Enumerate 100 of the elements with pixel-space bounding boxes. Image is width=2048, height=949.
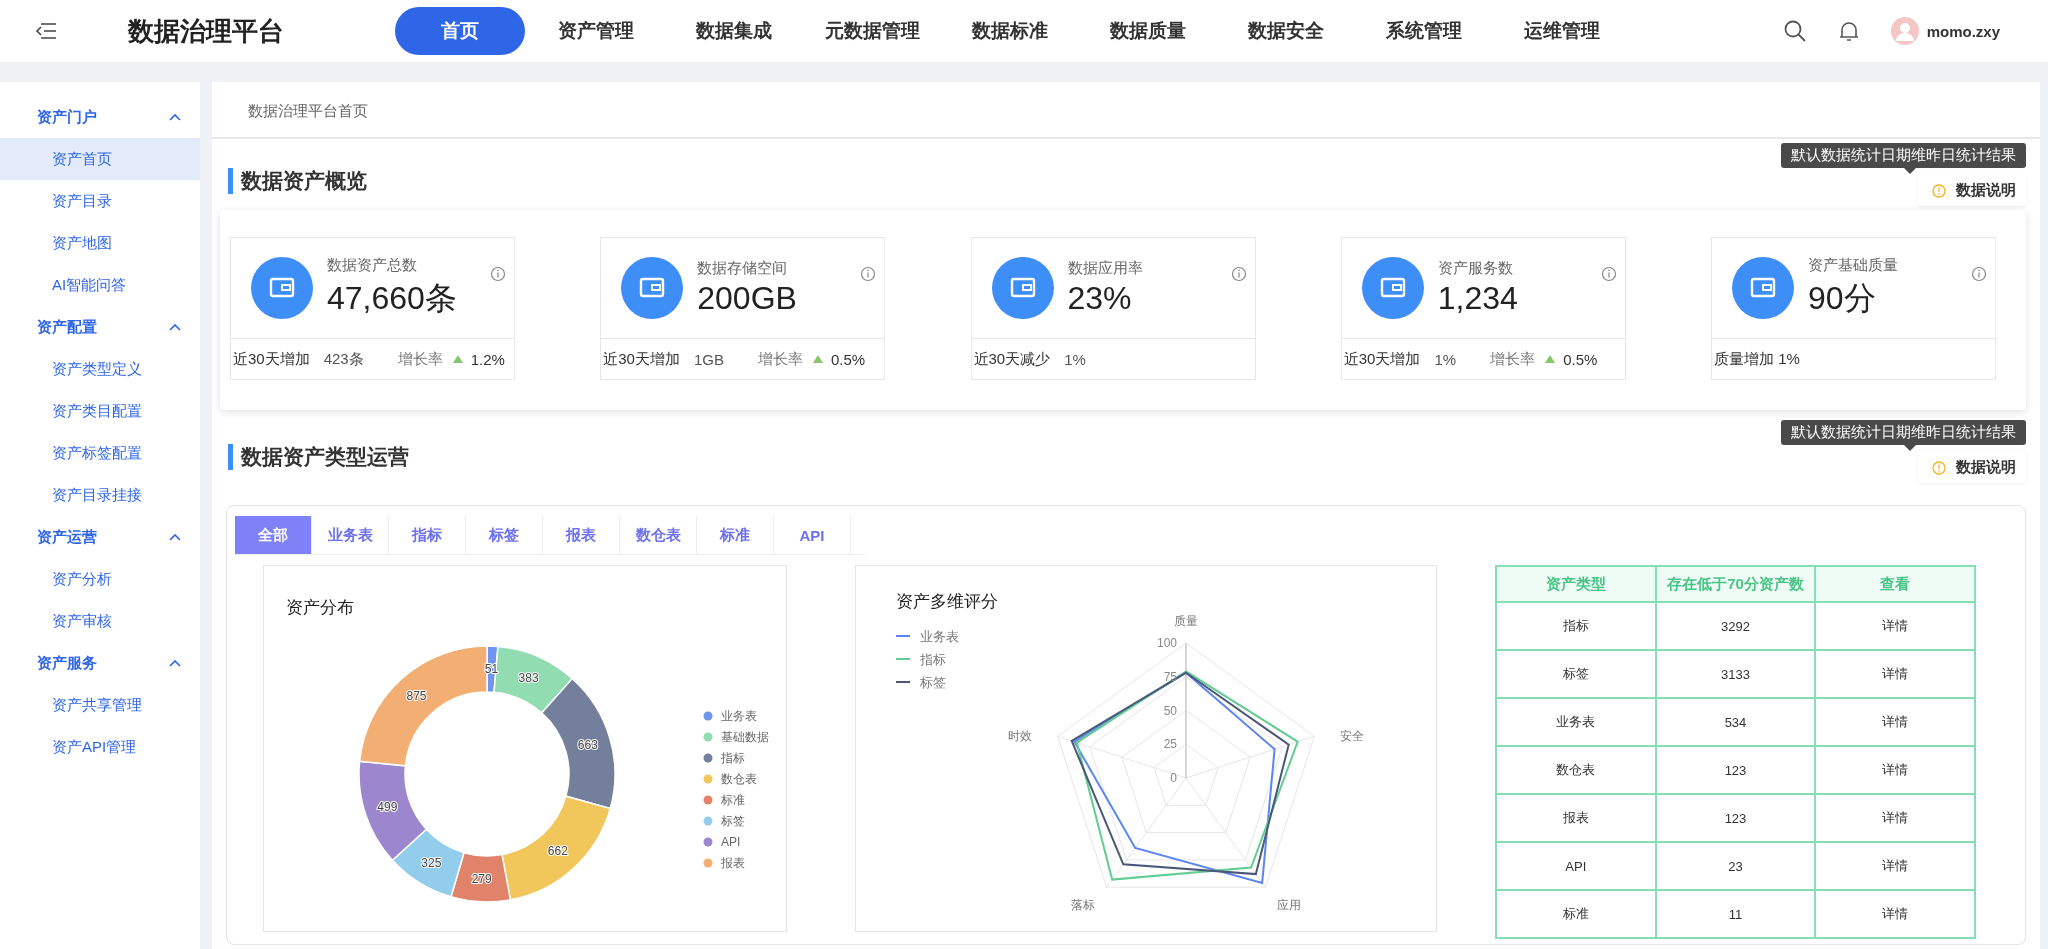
nav-tab[interactable]: 元数据管理 xyxy=(805,7,939,55)
stat-footer-label: 近30天增加 xyxy=(233,349,310,369)
table-cell: 123 xyxy=(1655,746,1816,794)
sidebar-item[interactable]: 资产地图 xyxy=(0,222,200,264)
username[interactable]: momo.zxy xyxy=(1926,22,2000,40)
slice-label: 663 xyxy=(577,737,598,752)
chart-title: 资产多维评分 xyxy=(896,591,998,613)
stat-footer-label: 近30天减少 xyxy=(973,349,1051,369)
up-triangle-icon xyxy=(812,355,823,363)
stat-value: 90分 xyxy=(1808,278,1877,318)
table-cell: 数仓表 xyxy=(1496,746,1656,794)
filter-tab[interactable]: 全部 xyxy=(235,516,312,554)
legend-item[interactable]: 报表 xyxy=(703,856,745,870)
warning-icon xyxy=(1932,460,1946,475)
stat-title: 数据存储空间 xyxy=(697,259,789,278)
detail-link[interactable]: 详情 xyxy=(1815,650,1975,698)
slice-label: 325 xyxy=(421,856,442,871)
stat-title: 数据资产总数 xyxy=(327,255,418,275)
column-header: 查看 xyxy=(1815,566,1975,602)
legend-label: 数仓表 xyxy=(721,772,757,786)
sidebar-item[interactable]: 资产目录 xyxy=(0,180,200,222)
nav-tab[interactable]: 首页 xyxy=(395,7,525,55)
sidebar-item[interactable]: AI智能问答 xyxy=(0,264,200,306)
detail-link[interactable]: 详情 xyxy=(1815,698,1975,746)
up-triangle-icon xyxy=(452,355,463,363)
stat-title: 数据应用率 xyxy=(1067,259,1144,278)
tick-label: 25 xyxy=(1163,737,1177,752)
stat-value: 200GB xyxy=(697,280,798,317)
breadcrumb[interactable]: 数据治理平台首页 xyxy=(212,82,2040,139)
table-cell: 标准 xyxy=(1496,890,1656,938)
sidebar-group[interactable]: 资产服务 xyxy=(0,642,200,684)
sidebar-item[interactable]: 资产类目配置 xyxy=(0,390,200,432)
sidebar-item[interactable]: 资产目录挂接 xyxy=(0,474,200,516)
stat-footer-label: 质量增加 1% xyxy=(1714,349,1800,369)
nav-tab[interactable]: 数据集成 xyxy=(667,7,801,55)
sidebar-group[interactable]: 资产配置 xyxy=(0,306,200,348)
tick-label: 100 xyxy=(1156,636,1177,650)
tick-label: 50 xyxy=(1163,703,1177,718)
info-icon[interactable] xyxy=(1971,266,1987,282)
sidebar-item[interactable]: 资产分析 xyxy=(0,558,200,600)
legend-item[interactable]: 标签 xyxy=(895,675,946,690)
stat-value: 1,234 xyxy=(1437,280,1519,317)
sidebar-group[interactable]: 资产门户 xyxy=(0,96,200,138)
chevron-icon xyxy=(168,322,182,332)
detail-link[interactable]: 详情 xyxy=(1815,746,1975,794)
table-cell: 指标 xyxy=(1496,602,1656,650)
detail-link[interactable]: 详情 xyxy=(1815,794,1975,842)
info-icon[interactable] xyxy=(1600,266,1617,282)
legend-item[interactable]: 业务表 xyxy=(895,629,959,644)
info-icon[interactable] xyxy=(1230,266,1247,282)
sidebar-item[interactable]: 资产类型定义 xyxy=(0,348,200,390)
nav-tab[interactable]: 数据标准 xyxy=(943,7,1077,55)
section-title: 数据资产类型运营 xyxy=(228,444,409,470)
legend-item[interactable]: API xyxy=(703,835,741,849)
legend-label: 标签 xyxy=(720,814,745,828)
legend-item[interactable]: 数仓表 xyxy=(703,772,757,786)
axis-label: 时效 xyxy=(1008,729,1033,744)
detail-link[interactable]: 详情 xyxy=(1815,890,1975,938)
nav-tab[interactable]: 数据安全 xyxy=(1219,7,1353,55)
legend-item[interactable]: 基础数据 xyxy=(703,730,769,744)
legend-item[interactable]: 指标 xyxy=(895,652,946,667)
tooltip: 默认数据统计日期维昨日统计结果 xyxy=(1781,143,2026,168)
sidebar-group[interactable]: 资产运营 xyxy=(0,516,200,558)
data-description-link[interactable]: 数据说明 xyxy=(1918,174,2026,206)
search-icon[interactable] xyxy=(1782,19,1807,43)
sidebar-item[interactable]: 资产共享管理 xyxy=(0,684,200,726)
stat-value: 47,660条 xyxy=(327,278,458,318)
nav-tab[interactable]: 系统管理 xyxy=(1357,7,1491,55)
legend-item[interactable]: 指标 xyxy=(703,751,745,765)
slice-label: 875 xyxy=(406,689,427,704)
app-title: 数据治理平台 xyxy=(128,14,285,48)
sidebar-item[interactable]: 资产API管理 xyxy=(0,726,200,768)
sidebar-item[interactable]: 资产标签配置 xyxy=(0,432,200,474)
section-title: 数据资产概览 xyxy=(228,168,367,194)
menu-icon[interactable] xyxy=(35,22,57,40)
table-cell: 3292 xyxy=(1655,602,1816,650)
stat-footer-value: 1% xyxy=(1434,350,1457,368)
info-icon[interactable] xyxy=(490,266,506,282)
stat-value: 23% xyxy=(1067,280,1133,317)
legend-item[interactable]: 标签 xyxy=(703,814,745,828)
table-cell: 3133 xyxy=(1655,650,1816,698)
slice-label: 279 xyxy=(471,871,492,886)
growth-label: 增长率 xyxy=(1490,349,1536,369)
detail-link[interactable]: 详情 xyxy=(1815,602,1975,650)
detail-link[interactable]: 详情 xyxy=(1815,842,1975,890)
legend-item[interactable]: 标准 xyxy=(703,793,745,807)
nav-tab[interactable]: 数据质量 xyxy=(1081,7,1215,55)
legend-label: 报表 xyxy=(720,856,745,870)
data-description-link[interactable]: 数据说明 xyxy=(1918,451,2026,483)
sidebar-item[interactable]: 资产首页 xyxy=(0,138,200,180)
nav-tab[interactable]: 运维管理 xyxy=(1495,7,1629,55)
stat-footer-value: 1% xyxy=(1064,350,1086,368)
axis-label: 应用 xyxy=(1277,898,1301,913)
nav-tab[interactable]: 资产管理 xyxy=(529,7,663,55)
legend-item[interactable]: 业务表 xyxy=(703,709,757,723)
wallet-icon xyxy=(621,257,684,319)
table-cell: 报表 xyxy=(1496,794,1656,842)
growth-label: 增长率 xyxy=(757,349,803,369)
info-icon[interactable] xyxy=(860,266,877,282)
sidebar-item[interactable]: 资产审核 xyxy=(0,600,200,642)
